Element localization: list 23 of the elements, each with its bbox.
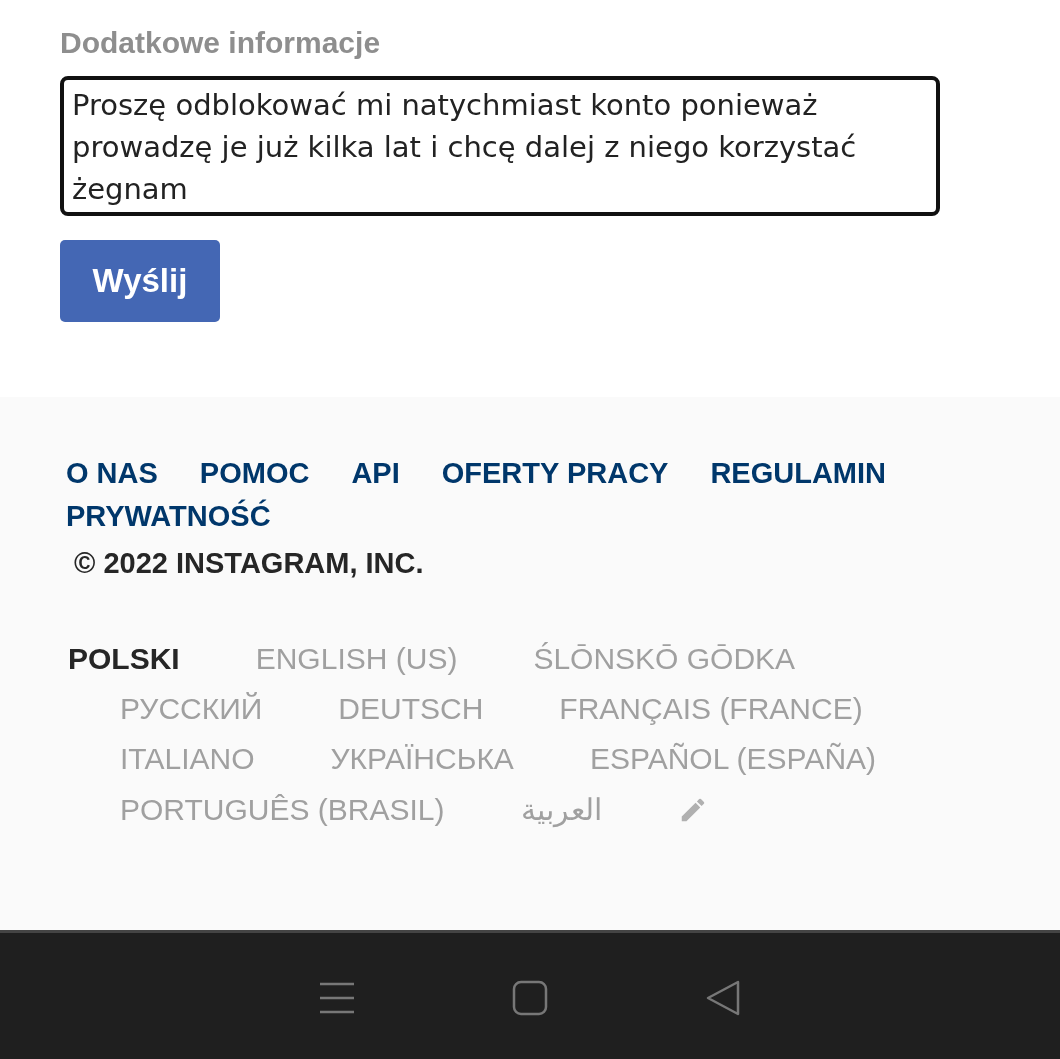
language-link[interactable]: ENGLISH (US) [255, 642, 458, 676]
footer-link[interactable]: REGULAMIN [710, 457, 887, 490]
copyright-text: © 2022 INSTAGRAM, INC. [74, 547, 425, 580]
language-link[interactable]: ŚLŌNSKŌ GŌDKA [533, 642, 796, 676]
language-link[interactable]: POLSKI [68, 642, 180, 676]
submit-button[interactable]: Wyślij [60, 240, 220, 322]
language-link[interactable]: РУССКИЙ [120, 692, 263, 726]
footer-link[interactable]: POMOC [199, 457, 310, 490]
text-area[interactable]: Proszę odblokować mi natychmiast konto ponieważ prowadzę je już kilka lat i chcę dalej z niego korzystać żegnam [60, 76, 940, 216]
language-link[interactable]: العربية [520, 792, 602, 827]
language-link[interactable]: PORTUGUÊS (BRASIL) [120, 792, 445, 827]
field-label: Dodatkowe informacje [60, 26, 381, 60]
language-link[interactable]: FRANÇAIS (FRANCE) [559, 692, 863, 726]
language-link[interactable]: УКРАЇНСЬКА [330, 742, 514, 776]
back-icon[interactable] [705, 979, 742, 1016]
language-link[interactable]: ITALIANO [120, 742, 255, 776]
language-link[interactable]: DEUTSCH [338, 692, 484, 726]
footer-link[interactable]: API [351, 457, 400, 490]
footer-link[interactable]: O NAS [66, 457, 158, 490]
language-link[interactable]: ESPAÑOL (ESPAÑA) [589, 742, 877, 776]
footer-link[interactable]: OFERTY PRACY [441, 457, 669, 490]
footer-link[interactable]: PRYWATNOŚĆ [66, 500, 271, 533]
home-icon[interactable] [512, 979, 548, 1016]
